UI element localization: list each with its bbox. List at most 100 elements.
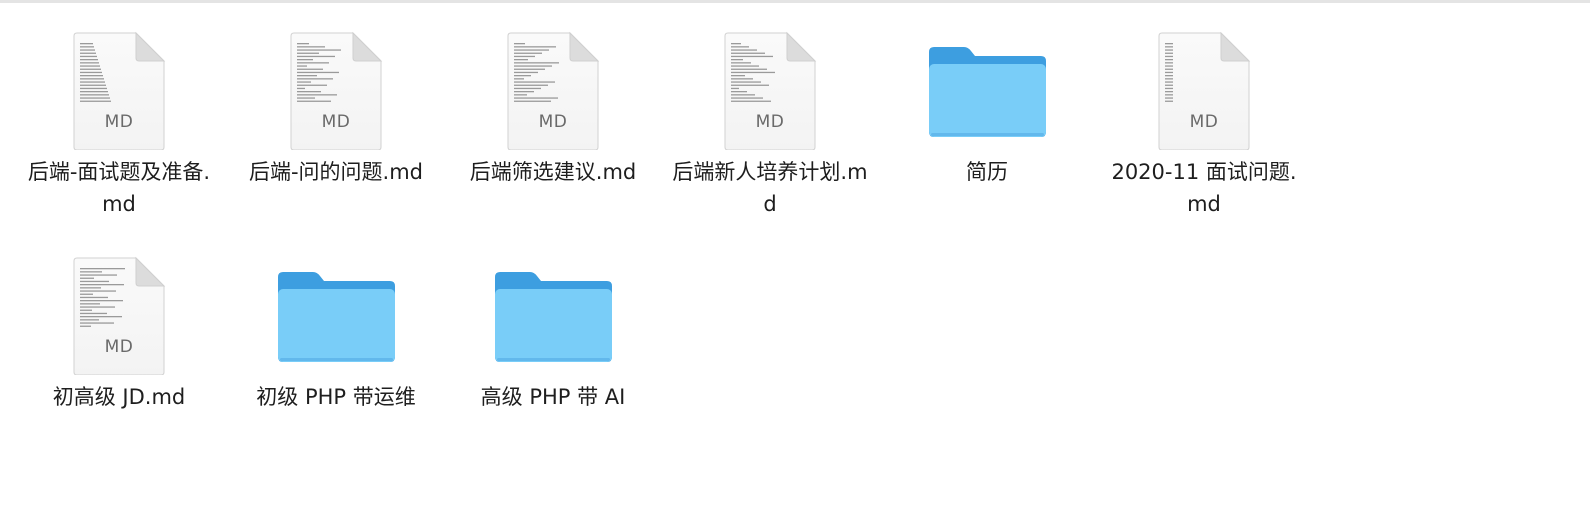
preview-line [80, 319, 99, 321]
markdown-document-icon[interactable]: MD [453, 20, 653, 150]
preview-line [80, 71, 102, 74]
file-name-label[interactable]: 后端新人培养计划.md [670, 156, 870, 220]
markdown-document-icon[interactable]: MD [19, 245, 219, 375]
preview-line [80, 312, 107, 315]
preview-line [80, 268, 125, 270]
preview-line [80, 280, 109, 283]
preview-line [1165, 46, 1173, 48]
preview-line [1165, 62, 1173, 64]
file-item[interactable]: MD 后端新人培养计划.md [670, 20, 870, 220]
preview-line [297, 97, 315, 99]
document-extension-label: MD [1189, 112, 1219, 132]
preview-line [1165, 59, 1173, 61]
preview-line [1165, 94, 1173, 96]
file-name-label[interactable]: 初高级 JD.md [19, 381, 219, 413]
preview-line [80, 75, 103, 77]
preview-line [80, 274, 117, 276]
file-name-label[interactable]: 后端-面试题及准备.md [19, 156, 219, 220]
document-fold [569, 31, 600, 62]
preview-line [1165, 84, 1173, 86]
preview-line [80, 290, 116, 292]
document-extension-label: MD [755, 112, 785, 132]
file-name-label[interactable]: 2020-11 面试问题.md [1104, 156, 1304, 220]
folder-name-label[interactable]: 初级 PHP 带运维 [236, 381, 436, 413]
markdown-document-icon[interactable]: MD [236, 20, 436, 150]
preview-line [731, 91, 747, 93]
folder-edge [280, 358, 393, 361]
folder-item[interactable]: 初级 PHP 带运维 [236, 245, 436, 445]
folder-front [929, 64, 1046, 137]
preview-line [514, 52, 542, 54]
preview-line [514, 75, 531, 77]
document-fold [1220, 31, 1251, 62]
preview-line [731, 46, 749, 48]
preview-line [514, 91, 534, 93]
file-item[interactable]: MD 后端-面试题及准备.md [19, 20, 219, 220]
markdown-document-icon[interactable]: MD [1104, 20, 1304, 150]
folder-name-label[interactable]: 高级 PHP 带 AI [453, 381, 653, 413]
preview-line [731, 62, 751, 64]
file-name-label[interactable]: 后端筛选建议.md [453, 156, 653, 188]
finder-icon-view[interactable]: MD 后端-面试题及准备.md MD 后端-问的问题.md MD 后端筛选建议.md MD 后… [0, 0, 1590, 512]
file-item[interactable]: MD 后端筛选建议.md [453, 20, 653, 220]
folder-item[interactable]: 简历 [887, 20, 1087, 220]
preview-line [80, 293, 93, 295]
preview-line [731, 71, 775, 74]
document-fold [352, 31, 383, 62]
preview-line [80, 94, 109, 96]
preview-line [731, 43, 741, 45]
preview-line [514, 49, 549, 51]
markdown-document-icon[interactable]: MD [19, 20, 219, 150]
folder-item[interactable]: 高级 PHP 带 AI [453, 245, 653, 445]
preview-line [80, 43, 93, 45]
preview-line [297, 78, 333, 80]
folder-icon[interactable] [236, 245, 436, 375]
preview-line [1165, 49, 1173, 51]
preview-line [80, 62, 99, 64]
preview-line [297, 75, 317, 77]
preview-line [514, 43, 525, 45]
file-item[interactable]: MD 2020-11 面试问题.md [1104, 20, 1304, 220]
preview-line [297, 55, 335, 58]
preview-line [514, 78, 524, 80]
file-item[interactable]: MD 初高级 JD.md [19, 245, 219, 445]
preview-line [80, 87, 107, 90]
folder-name-label[interactable]: 简历 [887, 156, 1087, 188]
preview-line [80, 100, 111, 102]
preview-line [731, 68, 767, 70]
preview-line [297, 52, 319, 54]
preview-line [80, 284, 124, 286]
preview-line [1165, 97, 1173, 99]
file-item[interactable]: MD 后端-问的问题.md [236, 20, 436, 220]
preview-line [80, 316, 122, 318]
preview-line [297, 49, 341, 51]
preview-line [731, 100, 771, 102]
preview-line [80, 271, 102, 273]
preview-line [1165, 91, 1173, 93]
preview-line [1165, 81, 1173, 83]
preview-line [80, 277, 94, 279]
preview-line [1165, 55, 1173, 58]
preview-line [514, 65, 552, 67]
preview-line [514, 100, 551, 102]
preview-line [80, 322, 114, 324]
preview-line [731, 84, 769, 86]
preview-line [80, 81, 105, 83]
document-fold [135, 256, 166, 287]
preview-line [514, 59, 528, 61]
preview-line [297, 100, 331, 102]
preview-line [297, 94, 337, 96]
preview-line [80, 303, 100, 305]
preview-line [297, 43, 309, 45]
preview-line [514, 87, 541, 90]
preview-line [80, 296, 108, 299]
preview-line [731, 59, 743, 61]
folder-icon[interactable] [887, 20, 1087, 150]
markdown-document-icon[interactable]: MD [670, 20, 870, 150]
preview-line [514, 55, 535, 58]
preview-line [80, 300, 123, 302]
file-name-label[interactable]: 后端-问的问题.md [236, 156, 436, 188]
folder-icon[interactable] [453, 245, 653, 375]
preview-line [80, 78, 104, 80]
preview-line [297, 59, 313, 61]
